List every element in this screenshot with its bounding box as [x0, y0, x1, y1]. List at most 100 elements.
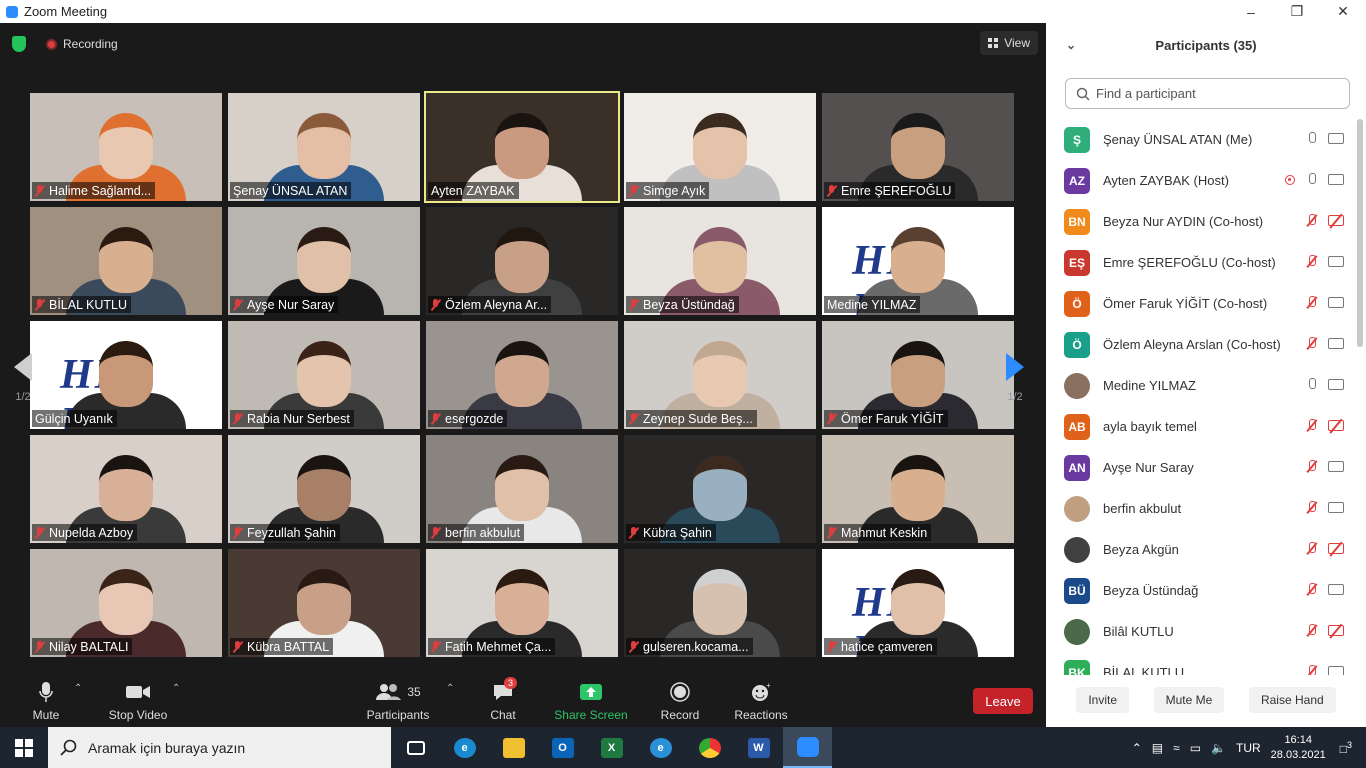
recording-indicator[interactable]: Recording: [46, 37, 118, 51]
video-tile[interactable]: esergozde: [426, 321, 618, 429]
camera-icon[interactable]: [1328, 666, 1344, 675]
mic-muted-icon[interactable]: [1307, 460, 1316, 473]
video-tile[interactable]: berfin akbulut: [426, 435, 618, 543]
excel-icon[interactable]: X: [587, 727, 636, 768]
video-tile[interactable]: Rabia Nur Serbest: [228, 321, 420, 429]
camera-icon[interactable]: [1328, 502, 1344, 513]
camera-icon[interactable]: [1328, 379, 1344, 390]
participant-row[interactable]: AN Ayşe Nur Saray: [1046, 447, 1354, 488]
chat-button[interactable]: 3 Chat: [486, 677, 520, 722]
mic-muted-icon[interactable]: [1307, 214, 1316, 227]
participant-row[interactable]: Ö Özlem Aleyna Arslan (Co-host): [1046, 324, 1354, 365]
video-tile[interactable]: gulseren.kocama...: [624, 549, 816, 657]
mic-muted-icon[interactable]: [1307, 665, 1316, 675]
camera-off-icon[interactable]: [1328, 215, 1344, 226]
mute-button[interactable]: Mute: [30, 681, 62, 722]
video-tile[interactable]: BİLAL KUTLU: [30, 207, 222, 315]
internet-explorer-icon[interactable]: e: [636, 727, 685, 768]
video-tile[interactable]: Feyzullah Şahin: [228, 435, 420, 543]
participant-row[interactable]: Beyza Akgün: [1046, 529, 1354, 570]
mic-icon[interactable]: [1307, 378, 1316, 391]
participant-row[interactable]: Ş Şenay ÜNSAL ATAN (Me): [1046, 119, 1354, 160]
participant-row[interactable]: BK BİLAL KUTLU: [1046, 652, 1354, 675]
invite-button[interactable]: Invite: [1076, 687, 1129, 713]
edge-browser-icon[interactable]: e: [440, 727, 489, 768]
video-tile[interactable]: Fatih Mehmet Ça...: [426, 549, 618, 657]
camera-off-icon[interactable]: [1328, 543, 1344, 554]
video-tile[interactable]: Ömer Faruk YİĞİT: [822, 321, 1014, 429]
start-button[interactable]: [0, 727, 48, 768]
mic-muted-icon[interactable]: [1307, 583, 1316, 596]
video-options-caret-icon[interactable]: ⌃: [172, 683, 180, 694]
video-tile[interactable]: Mahmut Keskin: [822, 435, 1014, 543]
raise-hand-button[interactable]: Raise Hand: [1248, 687, 1336, 713]
participant-row[interactable]: BN Beyza Nur AYDIN (Co-host): [1046, 201, 1354, 242]
collapse-chevron-icon[interactable]: ⌄: [1066, 38, 1076, 52]
participants-caret-icon[interactable]: ⌃: [446, 683, 454, 694]
video-tile[interactable]: Zeynep Sude Beş...: [624, 321, 816, 429]
participant-row[interactable]: Medine YILMAZ: [1046, 365, 1354, 406]
camera-icon[interactable]: [1328, 297, 1344, 308]
camera-icon[interactable]: [1328, 174, 1344, 185]
battery-icon[interactable]: ▭: [1190, 741, 1201, 755]
outlook-icon[interactable]: O: [538, 727, 587, 768]
participant-search-input[interactable]: Find a participant: [1065, 78, 1350, 109]
chrome-icon[interactable]: [685, 727, 734, 768]
video-tile[interactable]: Simge Ayık: [624, 93, 816, 201]
participant-row[interactable]: EŞ Emre ŞEREFOĞLU (Co-host): [1046, 242, 1354, 283]
video-tile[interactable]: Kübra BATTAL: [228, 549, 420, 657]
share-screen-button[interactable]: Share Screen: [554, 681, 628, 722]
video-tile[interactable]: HE DAKGülçin Uyanık: [30, 321, 222, 429]
restore-button[interactable]: ❐: [1274, 0, 1320, 23]
mic-muted-icon[interactable]: [1307, 501, 1316, 514]
participant-row[interactable]: BÜ Beyza Üstündağ: [1046, 570, 1354, 611]
participants-button[interactable]: 35 Participants: [366, 681, 430, 722]
clock[interactable]: 16:14 28.03.2021: [1271, 733, 1326, 763]
video-tile[interactable]: Özlem Aleyna Ar...: [426, 207, 618, 315]
record-button[interactable]: Record: [660, 681, 700, 722]
video-tile[interactable]: HE DAKhatice çamveren: [822, 549, 1014, 657]
camera-icon[interactable]: [1328, 256, 1344, 267]
mic-muted-icon[interactable]: [1307, 624, 1316, 637]
video-tile[interactable]: Nilay BALTALI: [30, 549, 222, 657]
mute-me-button[interactable]: Mute Me: [1153, 687, 1225, 713]
camera-icon[interactable]: [1328, 133, 1344, 144]
taskbar-search-box[interactable]: Aramak için buraya yazın: [48, 727, 391, 768]
mic-icon[interactable]: [1307, 173, 1316, 186]
next-page-button[interactable]: 1/2: [1006, 353, 1024, 403]
video-tile[interactable]: Halime Sağlamd...: [30, 93, 222, 201]
close-button[interactable]: ✕: [1320, 0, 1366, 23]
device-icon[interactable]: ▤: [1152, 741, 1163, 755]
participant-row[interactable]: AB ayla bayık temel: [1046, 406, 1354, 447]
zoom-taskbar-icon[interactable]: [783, 727, 832, 768]
file-explorer-icon[interactable]: [489, 727, 538, 768]
word-icon[interactable]: W: [734, 727, 783, 768]
mic-muted-icon[interactable]: [1307, 337, 1316, 350]
minimize-button[interactable]: –: [1228, 0, 1274, 23]
tray-overflow-icon[interactable]: ⌃: [1132, 741, 1142, 755]
reactions-button[interactable]: + Reactions: [734, 681, 788, 722]
camera-icon[interactable]: [1328, 461, 1344, 472]
task-view-icon[interactable]: [391, 727, 440, 768]
leave-button[interactable]: Leave: [973, 688, 1033, 714]
participant-list-scrollbar[interactable]: [1357, 119, 1363, 347]
video-tile[interactable]: Ayşe Nur Saray: [228, 207, 420, 315]
mic-muted-icon[interactable]: [1307, 542, 1316, 555]
camera-off-icon[interactable]: [1328, 420, 1344, 431]
video-tile[interactable]: Nupelda Azboy: [30, 435, 222, 543]
video-tile[interactable]: Kübra Şahin: [624, 435, 816, 543]
prev-page-button[interactable]: 1/2: [14, 353, 32, 403]
camera-icon[interactable]: [1328, 338, 1344, 349]
mic-muted-icon[interactable]: [1307, 419, 1316, 432]
participant-row[interactable]: Bilâl KUTLU: [1046, 611, 1354, 652]
language-indicator[interactable]: TUR: [1236, 741, 1261, 755]
mic-muted-icon[interactable]: [1307, 255, 1316, 268]
mic-icon[interactable]: [1307, 132, 1316, 145]
audio-options-caret-icon[interactable]: ⌃: [74, 683, 82, 694]
video-tile[interactable]: Ayten ZAYBAK: [424, 91, 620, 203]
wifi-icon[interactable]: ≈: [1173, 741, 1180, 755]
camera-off-icon[interactable]: [1328, 625, 1344, 636]
video-tile[interactable]: Şenay ÜNSAL ATAN: [228, 93, 420, 201]
video-tile[interactable]: HE DAKMedine YILMAZ: [822, 207, 1014, 315]
video-tile[interactable]: Beyza Üstündağ: [624, 207, 816, 315]
